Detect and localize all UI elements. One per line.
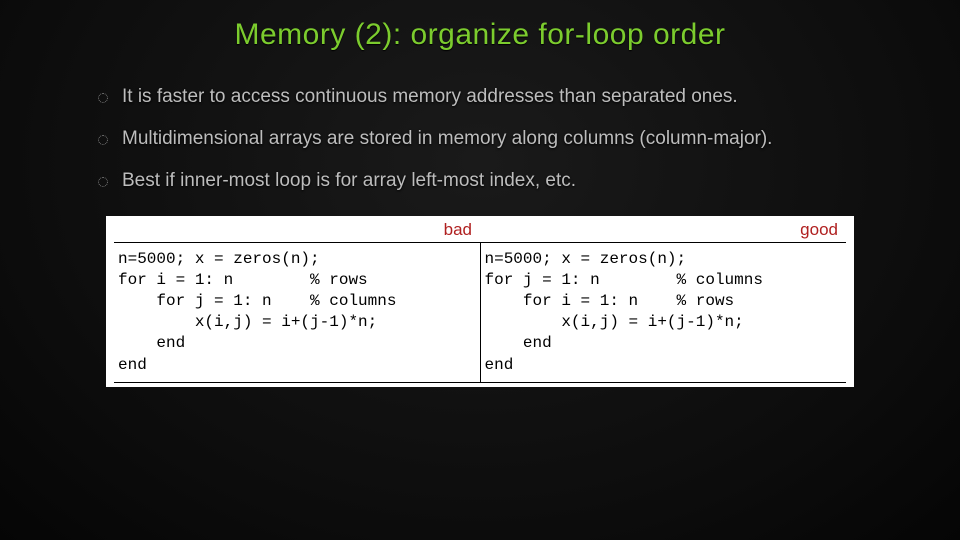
label-bad: bad bbox=[114, 220, 480, 242]
code-good: n=5000; x = zeros(n); for j = 1: n % col… bbox=[485, 249, 843, 376]
code-columns: n=5000; x = zeros(n); for i = 1: n % row… bbox=[114, 242, 846, 383]
code-panel: bad good n=5000; x = zeros(n); for i = 1… bbox=[106, 216, 854, 387]
bullet-item: Best if inner-most loop is for array lef… bbox=[98, 170, 890, 192]
code-column-good: n=5000; x = zeros(n); for j = 1: n % col… bbox=[481, 243, 847, 382]
code-labels-row: bad good bbox=[114, 220, 846, 242]
bullet-item: Multidimensional arrays are stored in me… bbox=[98, 128, 890, 150]
label-good: good bbox=[480, 220, 846, 242]
slide-title: Memory (2): organize for-loop order bbox=[70, 18, 890, 52]
slide: Memory (2): organize for-loop order It i… bbox=[0, 0, 960, 540]
code-bad: n=5000; x = zeros(n); for i = 1: n % row… bbox=[118, 249, 476, 376]
bullet-list: It is faster to access continuous memory… bbox=[70, 86, 890, 192]
bullet-item: It is faster to access continuous memory… bbox=[98, 86, 890, 108]
code-column-bad: n=5000; x = zeros(n); for i = 1: n % row… bbox=[114, 243, 481, 382]
